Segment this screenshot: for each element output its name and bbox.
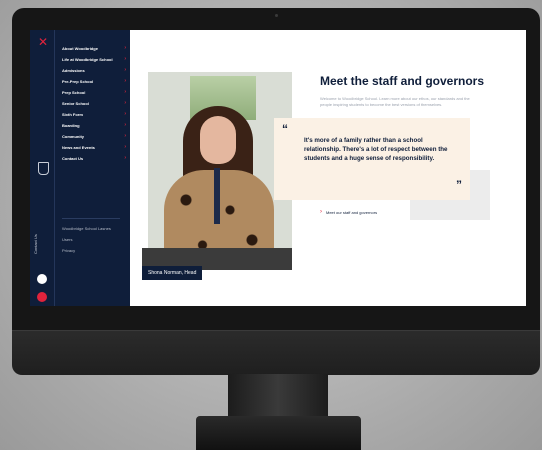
chevron-right-icon: › <box>124 100 126 106</box>
menu-item-news[interactable]: News and Events › <box>62 144 126 151</box>
sidebar: ✕ Contact Us About Woodbridge › Life at W… <box>30 30 130 306</box>
menu-item-community[interactable]: Community › <box>62 133 126 140</box>
contact-vertical-label[interactable]: Contact Us <box>33 234 38 254</box>
chevron-right-icon: › <box>124 133 126 139</box>
quote-open-icon: “ <box>282 122 288 136</box>
staff-link-label: Meet our staff and governors <box>326 209 378 215</box>
chevron-right-icon: › <box>124 67 126 73</box>
staff-link[interactable]: › Meet our staff and governors <box>320 209 377 215</box>
menu-item-senior[interactable]: Senior School › <box>62 100 126 107</box>
close-icon[interactable]: ✕ <box>38 36 48 48</box>
footer-link[interactable]: Users <box>62 237 111 242</box>
chevron-right-icon: › <box>124 155 126 161</box>
page-title: Meet the staff and governors <box>320 74 485 88</box>
chevron-right-icon: › <box>124 111 126 117</box>
camera-dot <box>275 14 278 17</box>
chevron-right-icon: › <box>124 45 126 51</box>
menu-divider <box>62 218 120 219</box>
chevron-right-icon: › <box>124 89 126 95</box>
chevron-right-icon: › <box>124 144 126 150</box>
website-screen: ✕ Contact Us About Woodbridge › Life at W… <box>30 30 526 306</box>
footer-link[interactable]: Privacy <box>62 248 111 253</box>
quote-close-icon: ” <box>456 178 462 192</box>
sidebar-rail: ✕ Contact Us <box>30 30 55 306</box>
menu-item-about[interactable]: About Woodbridge › <box>62 45 126 52</box>
footer-link[interactable]: Woodbridge School Lasnes <box>62 226 111 231</box>
menu-item-prep[interactable]: Prep School › <box>62 89 126 96</box>
chevron-right-icon: › <box>124 78 126 84</box>
school-crest-icon <box>38 162 49 175</box>
sidebar-footer-links: Woodbridge School Lasnes Users Privacy <box>62 226 111 259</box>
chevron-right-icon: › <box>320 209 322 215</box>
menu-item-contact[interactable]: Contact Us › <box>62 155 126 162</box>
chevron-right-icon: › <box>124 56 126 62</box>
intro-text: Welcome to Woodbridge School. Learn more… <box>320 96 470 107</box>
menu-item-life[interactable]: Life at Woodbridge School › <box>62 56 126 63</box>
monitor-stand-foot <box>196 416 361 450</box>
main-menu: About Woodbridge › Life at Woodbridge Sch… <box>62 46 126 167</box>
staff-photo <box>142 72 292 272</box>
menu-item-sixth-form[interactable]: Sixth Form › <box>62 111 126 118</box>
quote-text: It's more of a family rather than a scho… <box>304 137 448 162</box>
menu-item-admissions[interactable]: Admissions › <box>62 67 126 74</box>
photo-caption: Shona Norman, Head <box>142 266 203 280</box>
search-circle-icon[interactable] <box>37 292 47 302</box>
monitor-chin <box>12 330 540 375</box>
menu-item-boarding[interactable]: Boarding › <box>62 122 126 129</box>
monitor-stand-neck <box>228 374 328 418</box>
main-content: Shona Norman, Head Meet the staff and go… <box>130 30 526 306</box>
chevron-right-icon: › <box>124 122 126 128</box>
contact-circle-icon[interactable] <box>37 274 47 284</box>
menu-item-pre-prep[interactable]: Pre-Prep School › <box>62 78 126 85</box>
